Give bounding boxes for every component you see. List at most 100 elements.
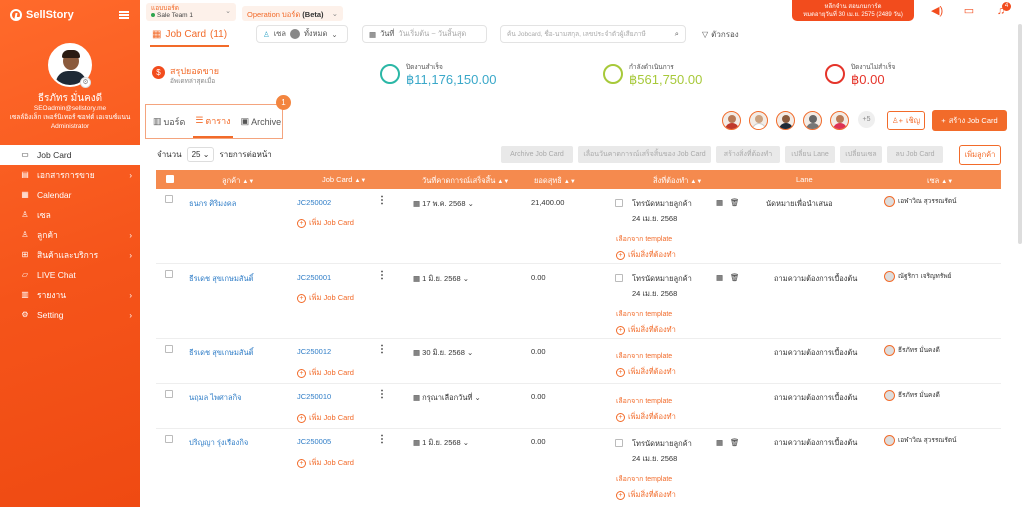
change-sale-button[interactable]: เปลี่ยนเซล — [840, 146, 882, 163]
add-todo-link[interactable]: + เพิ่มสิ่งที่ต้องทำ — [616, 324, 676, 336]
more-options-icon[interactable]: ⋮ — [377, 389, 387, 400]
column-sale[interactable]: เซล ▲▼ — [927, 175, 953, 187]
hamburger-menu-icon[interactable] — [119, 11, 129, 19]
speaker-icon[interactable]: ◀) — [931, 5, 943, 17]
sidebar-item-live-chat[interactable]: ▱ LIVE Chat — [0, 265, 140, 285]
table-row[interactable]: ธีรเดช สุขเกษมสันติ์ JC250001 ⋮ + เพิ่ม J… — [156, 264, 1001, 339]
sale-owner[interactable]: เอฬาวิณ สุวรรณรัตน์ — [884, 435, 957, 446]
job-card-id[interactable]: JC250002 — [297, 198, 331, 207]
sidebar-item-sales[interactable]: ♙ เซล — [0, 205, 140, 225]
archive-job-card-button[interactable]: Archive Job Card — [501, 146, 573, 163]
column-net-amount[interactable]: ยอดสุทธิ ▲▼ — [534, 175, 576, 187]
calendar-icon[interactable]: ▦ — [716, 273, 723, 282]
column-customer[interactable]: ลูกค้า ▲▼ — [222, 175, 254, 187]
sidebar-item-reports[interactable]: ▥ รายงาน › — [0, 285, 140, 305]
expected-date[interactable]: ▦ 1 มิ.ย. 2568 ⌄ — [413, 273, 469, 285]
avatar[interactable] — [749, 111, 768, 130]
more-options-icon[interactable]: ⋮ — [377, 270, 387, 281]
sidebar-item-job-card[interactable]: ▭ Job Card — [0, 145, 140, 165]
sidebar-item-calendar[interactable]: ▦ Calendar — [0, 185, 140, 205]
trash-icon[interactable]: 🗑 — [730, 198, 740, 207]
customer-name[interactable]: ธนกร ศิริมงคล — [189, 198, 236, 210]
message-icon[interactable]: ▭ — [963, 5, 975, 17]
expected-date[interactable]: ▦ 17 พ.ค. 2568 ⌄ — [413, 198, 474, 210]
row-checkbox[interactable] — [165, 270, 173, 278]
invite-button[interactable]: ♙+ เชิญ — [887, 111, 925, 130]
add-customer-button[interactable]: เพิ่มลูกค้า — [959, 145, 1001, 165]
tab-table[interactable]: ☰ ตาราง — [193, 106, 233, 138]
job-card-id[interactable]: JC250001 — [297, 273, 331, 282]
more-options-icon[interactable]: ⋮ — [377, 434, 387, 445]
board-selector[interactable]: แอบบอร์ด Sale Team 1 ⌄ — [146, 3, 236, 21]
add-todo-link[interactable]: + เพิ่มสิ่งที่ต้องทำ — [616, 411, 676, 423]
create-todo-button[interactable]: สร้างสิ่งที่ต้องทำ — [716, 146, 780, 163]
select-template-link[interactable]: เลือกจาก template — [616, 351, 672, 362]
column-expected-date[interactable]: วันที่คาดการณ์เสร็จสิ้น ▲▼ — [422, 175, 509, 187]
sale-owner[interactable]: เอฬาวิณ สุวรรณรัตน์ — [884, 196, 957, 207]
todo-checkbox[interactable] — [615, 199, 623, 207]
select-template-link[interactable]: เลือกจาก template — [616, 309, 672, 320]
tab-archive[interactable]: ▣ Archive — [239, 108, 284, 135]
more-options-icon[interactable]: ⋮ — [377, 344, 387, 355]
avatar[interactable] — [803, 111, 822, 130]
todo-checkbox[interactable] — [615, 274, 623, 282]
customer-name[interactable]: ปริญญา รุ่งเรืองกิจ — [189, 437, 248, 449]
column-lane[interactable]: Lane — [796, 175, 813, 184]
operation-board-selector[interactable]: Operation บอร์ด (Beta) ⌄ — [242, 6, 343, 21]
add-todo-link[interactable]: + เพิ่มสิ่งที่ต้องทำ — [616, 249, 676, 261]
row-checkbox[interactable] — [165, 390, 173, 398]
sidebar-item-setting[interactable]: ⚙ Setting › — [0, 305, 140, 325]
select-all-checkbox[interactable] — [166, 175, 174, 183]
sale-filter[interactable]: ♙ เซล ทั้งหมด ⌄ — [256, 25, 348, 43]
select-template-link[interactable]: เลือกจาก template — [616, 234, 672, 245]
customer-name[interactable]: ธีรเดช สุขเกษมสันติ์ — [189, 273, 254, 285]
calendar-icon[interactable]: ▦ — [716, 438, 723, 447]
expected-date[interactable]: ▦ กรุณาเลือกวันที่ ⌄ — [413, 392, 481, 404]
delete-job-card-button[interactable]: ลบ Job Card — [887, 146, 943, 163]
sale-owner[interactable]: ณัฐริกา เจริญทรัพย์ — [884, 271, 951, 282]
column-job-card[interactable]: Job Card ▲▼ — [322, 175, 366, 184]
tab-job-card[interactable]: ▦ Job Card (11) — [150, 28, 230, 47]
job-card-id[interactable]: JC250005 — [297, 437, 331, 446]
job-card-id[interactable]: JC250010 — [297, 392, 331, 401]
row-checkbox[interactable] — [165, 345, 173, 353]
sidebar-item-products[interactable]: ⊞ สินค้าและบริการ › — [0, 245, 140, 265]
per-page-select[interactable]: 25 ⌄ — [186, 147, 215, 162]
table-row[interactable]: ปริญญา รุ่งเรืองกิจ JC250005 ⋮ + เพิ่ม Jo… — [156, 429, 1001, 507]
camera-icon[interactable]: ⚙ — [80, 77, 91, 88]
todo-checkbox[interactable] — [615, 439, 623, 447]
customer-name[interactable]: นฤมล ไพศาลกิจ — [189, 392, 242, 404]
avatar[interactable] — [830, 111, 849, 130]
table-row[interactable]: ธีรเดช สุขเกษมสันติ์ JC250012 ⋮ + เพิ่ม J… — [156, 339, 1001, 384]
add-job-card-link[interactable]: + เพิ่ม Job Card — [297, 412, 354, 424]
search-input[interactable]: ค้น Jobcard, ชื่อ-นามสกุล, เลขประจำตัวผู… — [500, 25, 686, 43]
search-icon[interactable]: ⌕ — [675, 29, 679, 39]
app-logo[interactable]: SellStory — [10, 9, 74, 21]
avatar[interactable] — [722, 111, 741, 130]
calendar-icon[interactable]: ▦ — [716, 198, 723, 207]
expected-date[interactable]: ▦ 30 มิ.ย. 2568 ⌄ — [413, 347, 473, 359]
job-card-id[interactable]: JC250012 — [297, 347, 331, 356]
row-checkbox[interactable] — [165, 435, 173, 443]
column-todo[interactable]: สิ่งที่ต้องทำ ▲▼ — [653, 175, 702, 187]
add-job-card-link[interactable]: + เพิ่ม Job Card — [297, 217, 354, 229]
trash-icon[interactable]: 🗑 — [730, 438, 740, 447]
create-job-card-button[interactable]: + สร้าง Job Card — [932, 110, 1007, 131]
filter-button[interactable]: ▽ ตัวกรอง — [702, 28, 739, 41]
more-options-icon[interactable]: ⋮ — [377, 195, 387, 206]
table-row[interactable]: ธนกร ศิริมงคล JC250002 ⋮ + เพิ่ม Job Card… — [156, 189, 1001, 264]
expected-date[interactable]: ▦ 1 มิ.ย. 2568 ⌄ — [413, 437, 469, 449]
scrollbar[interactable] — [1018, 24, 1022, 244]
sidebar-item-documents[interactable]: ▤ เอกสารการขาย › — [0, 165, 140, 185]
tab-board[interactable]: ▥ บอร์ด — [151, 107, 187, 137]
sidebar-item-customers[interactable]: ♙ ลูกค้า › — [0, 225, 140, 245]
add-todo-link[interactable]: + เพิ่มสิ่งที่ต้องทำ — [616, 366, 676, 378]
select-template-link[interactable]: เลือกจาก template — [616, 396, 672, 407]
add-todo-link[interactable]: + เพิ่มสิ่งที่ต้องทำ — [616, 489, 676, 501]
trash-icon[interactable]: 🗑 — [730, 273, 740, 282]
select-template-link[interactable]: เลือกจาก template — [616, 474, 672, 485]
sale-owner[interactable]: ธีรภัทร มั่นคงดี — [884, 390, 940, 401]
date-filter[interactable]: ▦ วันที่ วันเริ่มต้น ~ วันสิ้นสุด — [362, 25, 487, 43]
reschedule-button[interactable]: เลื่อนวันคาดการณ์เสร็จสิ้นของ Job Card — [578, 146, 711, 163]
add-job-card-link[interactable]: + เพิ่ม Job Card — [297, 367, 354, 379]
